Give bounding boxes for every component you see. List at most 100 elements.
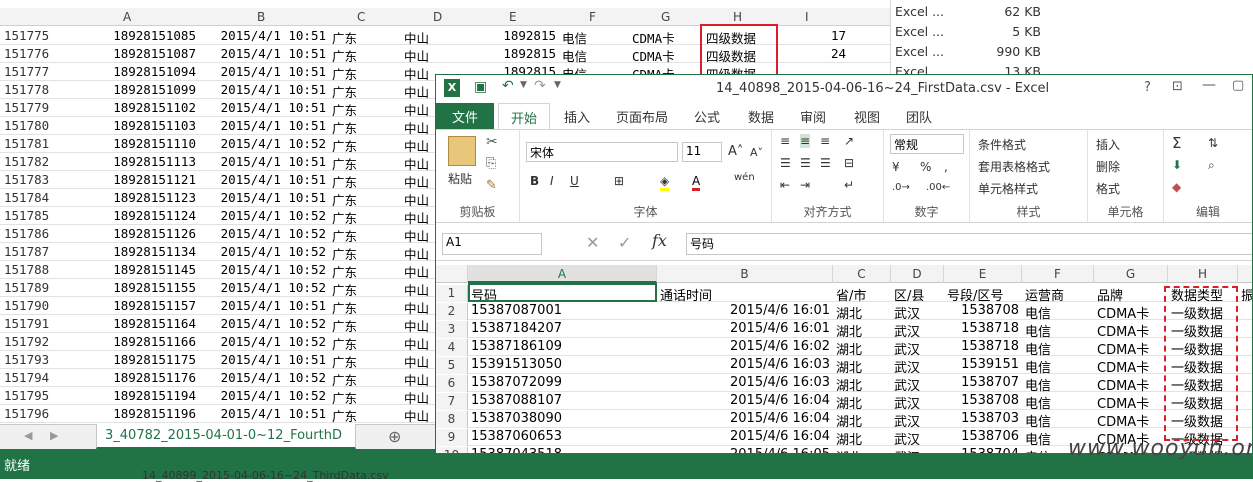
conditional-format-button[interactable]: 条件格式 <box>978 136 1026 153</box>
back-row-number[interactable]: 151782 <box>4 154 49 169</box>
paste-button[interactable]: 粘贴 <box>448 170 472 187</box>
cell[interactable]: 1538704 <box>944 447 1019 453</box>
orientation-icon[interactable]: ↗ <box>844 134 854 148</box>
copy-icon[interactable]: ⎘ <box>486 156 496 171</box>
back-col-header-A[interactable]: A <box>123 10 131 24</box>
cut-icon[interactable]: ✂ <box>486 134 498 150</box>
cell[interactable]: 1538718 <box>944 321 1019 336</box>
align-middle-icon[interactable]: ≡ <box>800 134 811 148</box>
cell[interactable]: 2015/4/6 16:03 <box>657 375 830 390</box>
cell[interactable]: 1538708 <box>944 303 1019 318</box>
tab-2[interactable]: 插入 <box>564 107 590 126</box>
insert-function-icon[interactable]: fx <box>652 231 667 250</box>
row-number[interactable]: 5 <box>436 357 468 374</box>
back-row-number[interactable]: 151790 <box>4 298 49 313</box>
clear-icon[interactable]: ◆ <box>1172 180 1181 194</box>
align-top-icon[interactable]: ≡ <box>780 134 790 148</box>
cell[interactable]: 15387060653 <box>471 429 562 444</box>
cell[interactable]: 1538708 <box>944 393 1019 408</box>
back-col-header-I[interactable]: I <box>805 10 809 24</box>
tab-7[interactable]: 视图 <box>854 107 880 126</box>
cell-styles-button[interactable]: 单元格样式 <box>978 180 1038 197</box>
cell[interactable]: 15387043518 <box>471 447 562 453</box>
font-color-icon[interactable]: A <box>692 174 701 191</box>
row-number[interactable]: 3 <box>436 321 468 338</box>
number-format-select[interactable]: 常规 <box>890 134 964 154</box>
cell[interactable]: 1539151 <box>944 357 1019 372</box>
col-header-A[interactable]: A <box>468 265 657 283</box>
fill-icon[interactable]: ⬇ <box>1172 158 1182 172</box>
fill-color-icon[interactable]: ◈ <box>660 174 670 191</box>
cell[interactable]: 15387038090 <box>471 411 562 426</box>
col-header-G[interactable]: G <box>1094 265 1168 283</box>
wrap-text-icon[interactable]: ↵ <box>844 178 854 192</box>
grow-font-icon[interactable]: A˄ <box>728 144 743 159</box>
back-row-number[interactable]: 151781 <box>4 136 49 151</box>
font-name-select[interactable]: 宋体 <box>526 142 678 162</box>
cell[interactable]: 2015/4/6 16:01 <box>657 321 830 336</box>
row-number[interactable]: 1 <box>436 285 468 302</box>
row-number[interactable]: 9 <box>436 429 468 446</box>
col-header-C[interactable]: C <box>833 265 891 283</box>
format-painter-icon[interactable]: ✎ <box>486 178 497 193</box>
back-row-number[interactable]: 151776 <box>4 46 49 61</box>
customize-qat-icon[interactable]: ▼ <box>554 80 561 90</box>
back-row-number[interactable]: 151783 <box>4 172 49 187</box>
cell[interactable]: 2015/4/6 16:02 <box>657 339 830 354</box>
save-icon[interactable]: ▣ <box>474 79 487 95</box>
tab-home[interactable]: 开始 <box>498 103 550 129</box>
back-col-header-F[interactable]: F <box>589 10 596 24</box>
back-col-header-E[interactable]: E <box>509 10 517 24</box>
cell[interactable]: 15387087001 <box>471 303 562 318</box>
name-box[interactable]: A1 <box>442 233 542 255</box>
row-number[interactable]: 4 <box>436 339 468 356</box>
back-row-number[interactable]: 151788 <box>4 262 49 277</box>
sort-filter-icon[interactable]: ⇅ <box>1208 136 1218 150</box>
cell[interactable]: 电信 <box>1025 447 1051 453</box>
back-col-header-H[interactable]: H <box>733 10 742 24</box>
row-number[interactable]: 10 <box>436 447 468 453</box>
shrink-font-icon[interactable]: A˅ <box>750 146 763 159</box>
col-header-E[interactable]: E <box>944 265 1022 283</box>
decrease-indent-icon[interactable]: ⇤ <box>780 178 790 192</box>
tab-5[interactable]: 数据 <box>748 107 774 126</box>
back-row-number[interactable]: 151791 <box>4 316 49 331</box>
back-col-header-D[interactable]: D <box>433 10 442 24</box>
merge-icon[interactable]: ⊟ <box>844 156 854 170</box>
cell[interactable]: 1538718 <box>944 339 1019 354</box>
minimize-icon[interactable]: — <box>1202 77 1216 93</box>
redo-icon[interactable]: ↷ <box>534 78 546 94</box>
cell[interactable]: 2015/4/6 16:04 <box>657 411 830 426</box>
row-number[interactable]: 6 <box>436 375 468 392</box>
col-header-F[interactable]: F <box>1022 265 1094 283</box>
col-header-H[interactable]: H <box>1168 265 1238 283</box>
scroll-left-icon[interactable]: ◀ <box>24 429 32 442</box>
insert-cells-button[interactable]: 插入 <box>1096 136 1120 153</box>
back-row-number[interactable]: 151784 <box>4 190 49 205</box>
increase-indent-icon[interactable]: ⇥ <box>800 178 810 192</box>
align-left-icon[interactable]: ☰ <box>780 156 791 170</box>
back-row-number[interactable]: 151793 <box>4 352 49 367</box>
col-header-partial[interactable] <box>1238 265 1252 283</box>
cell[interactable]: 1538707 <box>944 375 1019 390</box>
align-right-icon[interactable]: ☰ <box>820 156 831 170</box>
confirm-entry-icon[interactable]: ✓ <box>618 233 631 252</box>
undo-dropdown-icon[interactable]: ▼ <box>520 80 527 90</box>
increase-decimal-icon[interactable]: .0→ <box>892 182 910 193</box>
sheet-tab-fourthd[interactable]: 3_40782_2015-04-01-0~12_FourthD <box>96 424 356 449</box>
cell[interactable]: 2015/4/6 16:03 <box>657 357 830 372</box>
back-col-header-C[interactable]: C <box>357 10 365 24</box>
back-col-header-B[interactable]: B <box>257 10 265 24</box>
cell[interactable]: 15387184207 <box>471 321 562 336</box>
back-row-number[interactable]: 151786 <box>4 226 49 241</box>
back-row-number[interactable]: 151795 <box>4 388 49 403</box>
underline-icon[interactable]: U <box>570 174 579 188</box>
comma-icon[interactable]: , <box>944 160 948 174</box>
align-bottom-icon[interactable]: ≡ <box>820 134 830 148</box>
cell[interactable]: 2015/4/6 16:01 <box>657 303 830 318</box>
cancel-entry-icon[interactable]: ✕ <box>586 233 599 252</box>
back-row-number[interactable]: 151778 <box>4 82 49 97</box>
cell[interactable]: 2015/4/6 16:04 <box>657 429 830 444</box>
col-header-B[interactable]: B <box>657 265 833 283</box>
tab-file[interactable]: 文件 <box>436 103 494 129</box>
